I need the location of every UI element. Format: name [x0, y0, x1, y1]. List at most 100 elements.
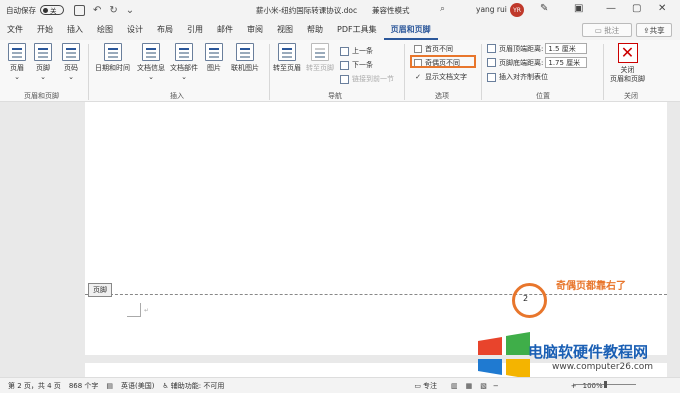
autosave-label: 自动保存: [6, 5, 36, 15]
footer-icon: [34, 43, 52, 61]
zoom-in-icon[interactable]: +: [571, 382, 577, 390]
undo-icon[interactable]: ↶: [93, 5, 101, 16]
goto-header-button[interactable]: 转至页眉: [273, 43, 301, 73]
header-top-input[interactable]: 1.5 厘米: [545, 43, 588, 54]
close-label-line1: 关闭: [620, 66, 635, 74]
tab-file[interactable]: 文件: [0, 20, 30, 40]
quick-parts-button[interactable]: 文档部件 ⌄: [170, 43, 198, 82]
date-time-button[interactable]: 日期和时间: [95, 43, 130, 73]
tab-help[interactable]: 帮助: [300, 20, 330, 40]
minimize-icon[interactable]: —: [606, 3, 616, 14]
insert-align-tab-button[interactable]: 插入对齐制表位: [487, 72, 548, 82]
next-button[interactable]: 下一条: [340, 60, 373, 70]
picture-button[interactable]: 图片: [205, 43, 223, 73]
calendar-icon: [103, 43, 122, 61]
focus-label[interactable]: 专注: [423, 381, 437, 391]
chevron-down-icon: ⌄: [68, 73, 74, 81]
divider: [481, 44, 482, 100]
header-icon: [8, 43, 26, 61]
avatar[interactable]: YR: [510, 3, 524, 17]
share-button[interactable]: ⇪ 共享: [636, 23, 672, 37]
focus-icon[interactable]: ▭: [414, 382, 421, 390]
read-mode-icon[interactable]: ▥: [451, 382, 458, 390]
tab-home[interactable]: 开始: [30, 20, 60, 40]
ribbon-display-icon[interactable]: ▣: [574, 3, 583, 14]
ribbon: 页眉 ⌄ 页脚 ⌄ 页码 ⌄ 页眉和页脚 日期和时间 文档信息 ⌄ 文档部件 ⌄ 图片 联…: [0, 40, 680, 102]
tab-header-footer[interactable]: 页眉和页脚: [383, 20, 438, 40]
link-icon: [340, 74, 349, 84]
tab-references[interactable]: 引用: [180, 20, 210, 40]
word-count[interactable]: 868 个字: [69, 381, 99, 391]
highlight-circle: [512, 283, 547, 318]
proofing-icon[interactable]: ▤: [106, 382, 113, 390]
pen-icon[interactable]: ✎: [540, 3, 548, 14]
chevron-down-icon: ⌄: [40, 73, 46, 81]
first-page-checkbox[interactable]: 首页不同: [414, 44, 453, 54]
footer-boundary: [85, 294, 667, 295]
page-number-label: 页码: [64, 64, 78, 72]
insert-align-tab-label: 插入对齐制表位: [499, 73, 548, 81]
search-icon[interactable]: ⌕: [440, 4, 445, 14]
goto-footer-button[interactable]: 转至页脚: [306, 43, 334, 73]
previous-button[interactable]: 上一条: [340, 46, 373, 56]
web-layout-icon[interactable]: ▧: [480, 382, 487, 390]
tab-insert[interactable]: 插入: [60, 20, 90, 40]
document-workspace[interactable]: 页脚 ↵ 2: [0, 102, 680, 383]
online-picture-icon: [236, 43, 254, 61]
autosave-toggle[interactable]: 关: [40, 5, 64, 15]
page-number-button[interactable]: 页码 ⌄: [62, 43, 80, 82]
autosave-state: 关: [50, 7, 57, 15]
zoom-level[interactable]: 100%: [583, 382, 603, 390]
tab-review[interactable]: 审阅: [240, 20, 270, 40]
zoom-out-icon[interactable]: −: [493, 382, 499, 390]
print-layout-icon[interactable]: ▦: [466, 382, 473, 390]
tab-layout[interactable]: 布局: [150, 20, 180, 40]
zoom-slider-handle[interactable]: [604, 381, 607, 388]
comment-button[interactable]: ▭ 批注: [582, 23, 632, 37]
tab-draw[interactable]: 绘图: [90, 20, 120, 40]
language[interactable]: 英语(美国): [121, 381, 154, 391]
customize-icon[interactable]: ⌄: [126, 5, 134, 16]
save-icon[interactable]: [74, 4, 85, 16]
group-insert: 插入: [170, 92, 184, 100]
checkbox-box: [414, 45, 422, 53]
online-picture-button[interactable]: 联机图片: [231, 43, 259, 73]
chevron-down-icon: ⌄: [148, 73, 154, 81]
user-name[interactable]: yang rui: [476, 5, 507, 14]
redo-icon[interactable]: ↻: [109, 5, 117, 16]
quick-parts-icon: [175, 43, 193, 61]
tab-mailings[interactable]: 邮件: [210, 20, 240, 40]
tab-design[interactable]: 设计: [120, 20, 150, 40]
group-close: 关闭: [624, 92, 638, 100]
tab-view[interactable]: 视图: [270, 20, 300, 40]
page-count[interactable]: 第 2 页，共 4 页: [8, 381, 61, 391]
header-button[interactable]: 页眉 ⌄: [8, 43, 26, 82]
status-bar: 第 2 页，共 4 页 868 个字 ▤ 英语(美国) ♿ 辅助功能: 不可用 …: [0, 377, 680, 393]
tab-pdf[interactable]: PDF工具集: [330, 20, 384, 40]
document-title: 薪小米-纽约国际转课协议.doc: [256, 6, 358, 15]
goto-footer-icon: [311, 43, 329, 61]
show-text-checkbox[interactable]: ✓ 显示文档文字: [414, 72, 467, 82]
document-page[interactable]: 页脚 ↵ 2: [85, 102, 667, 355]
annotation-text: 奇偶页都靠右了: [556, 281, 626, 292]
close-icon: ✕: [617, 43, 638, 63]
footer-button[interactable]: 页脚 ⌄: [34, 43, 52, 82]
footer-label: 页脚: [36, 64, 50, 72]
first-page-label: 首页不同: [425, 45, 453, 53]
footer-bottom-icon: [487, 58, 496, 67]
close-header-footer-button[interactable]: ✕ 关闭 页眉和页脚: [610, 43, 645, 84]
comment-label: 批注: [604, 25, 620, 35]
goto-footer-label: 转至页脚: [306, 64, 334, 72]
group-position: 位置: [536, 92, 550, 100]
chevron-down-icon: ⌄: [14, 73, 20, 81]
accessibility-icon[interactable]: ♿: [163, 382, 169, 390]
picture-label: 图片: [207, 64, 221, 72]
header-label: 页眉: [10, 64, 24, 72]
maximize-icon[interactable]: ▢: [632, 3, 641, 14]
close-window-icon[interactable]: ✕: [658, 3, 666, 14]
accessibility-status[interactable]: 辅助功能: 不可用: [171, 381, 225, 391]
footer-bottom-input[interactable]: 1.75 厘米: [545, 57, 588, 68]
doc-info-button[interactable]: 文档信息 ⌄: [137, 43, 165, 82]
divider: [88, 44, 89, 100]
link-previous-button[interactable]: 链接到前一节: [340, 74, 394, 84]
